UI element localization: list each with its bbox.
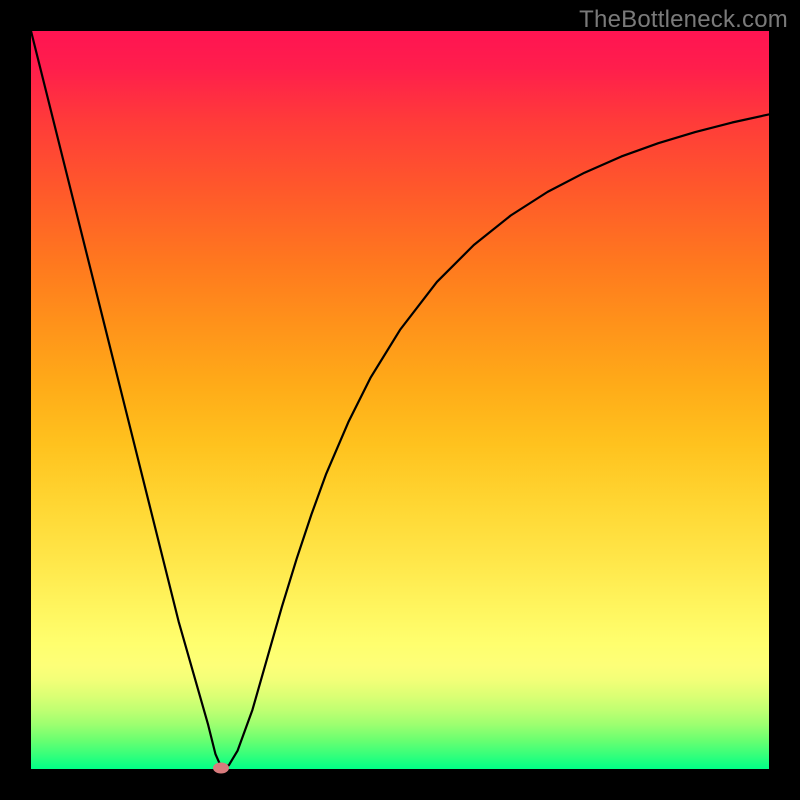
curve-svg [31, 31, 769, 769]
plot-area [31, 31, 769, 769]
curve-path [31, 31, 769, 768]
chart-frame: TheBottleneck.com [0, 0, 800, 800]
watermark-text: TheBottleneck.com [579, 6, 788, 34]
minimum-marker [213, 762, 229, 773]
